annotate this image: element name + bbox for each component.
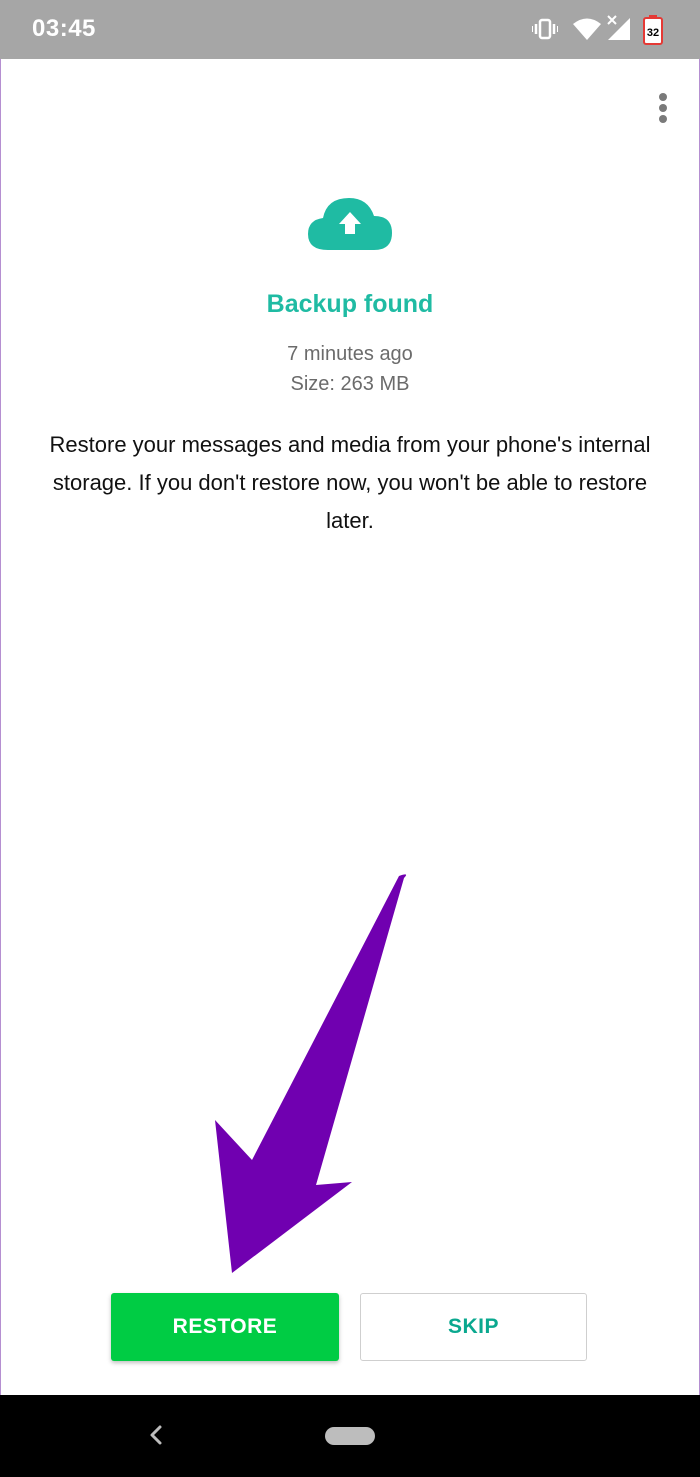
cloud-upload-icon bbox=[308, 198, 392, 250]
vibrate-icon bbox=[532, 18, 558, 40]
status-icons: 32 bbox=[532, 14, 672, 46]
backup-size: Size: 263 MB bbox=[290, 373, 410, 395]
menu-dot bbox=[659, 104, 667, 112]
navigation-bar bbox=[0, 1395, 700, 1477]
back-icon[interactable] bbox=[146, 1421, 168, 1449]
backup-time-ago: 7 minutes ago bbox=[287, 343, 413, 365]
wifi-icon bbox=[573, 18, 601, 40]
signal-icon bbox=[607, 15, 630, 40]
battery-level: 32 bbox=[647, 27, 659, 39]
menu-dot bbox=[659, 93, 667, 101]
skip-button[interactable]: SKIP bbox=[360, 1293, 587, 1361]
backup-description: Restore your messages and media from you… bbox=[49, 432, 651, 533]
status-time: 03:45 bbox=[32, 15, 96, 42]
battery-icon: 32 bbox=[643, 15, 663, 45]
menu-dot bbox=[659, 115, 667, 123]
restore-button[interactable]: RESTORE bbox=[111, 1293, 339, 1361]
status-bar: 03:45 32 bbox=[0, 0, 700, 59]
home-pill-icon[interactable] bbox=[325, 1427, 375, 1445]
backup-title: Backup found bbox=[266, 290, 434, 318]
more-vert-icon[interactable] bbox=[648, 90, 678, 126]
